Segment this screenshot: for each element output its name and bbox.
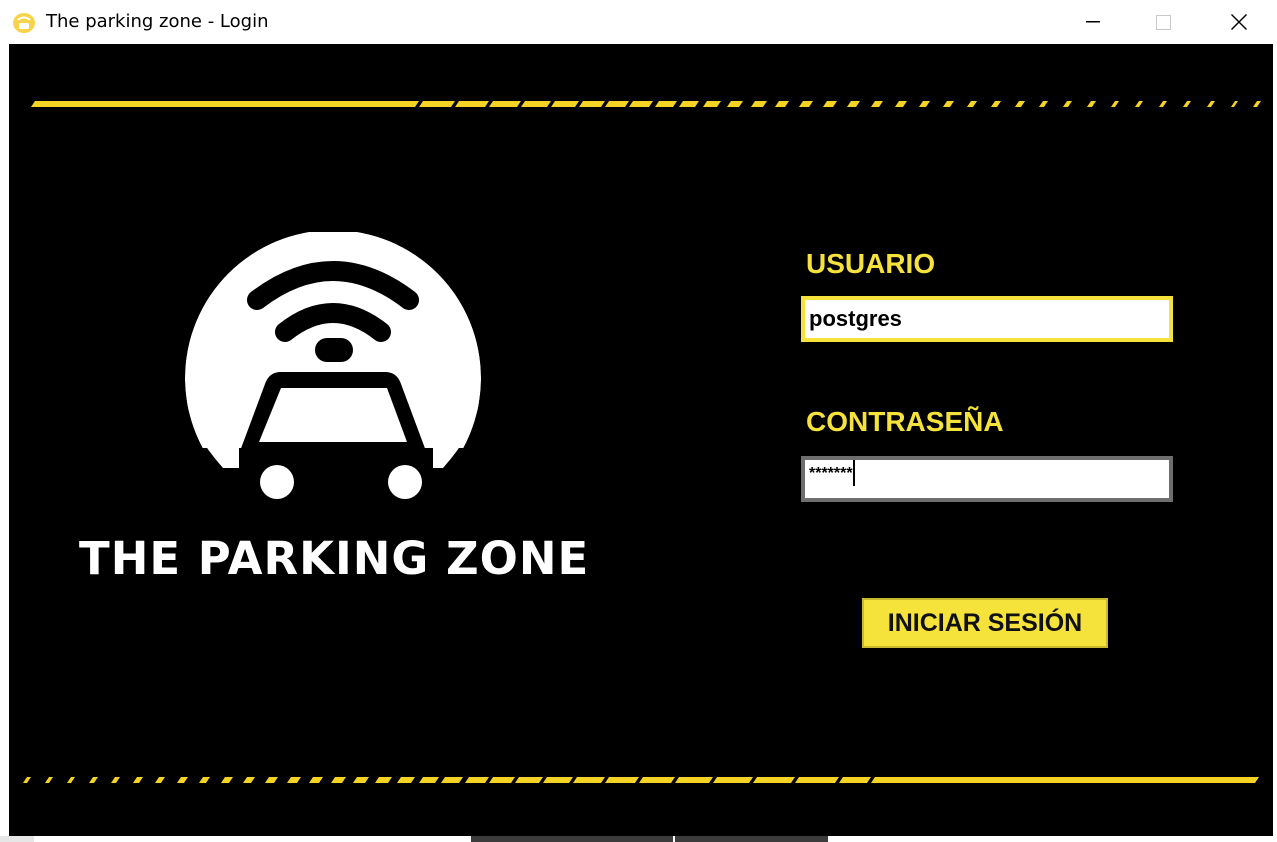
window-titlebar: The parking zone - Login bbox=[0, 0, 1277, 44]
app-icon bbox=[13, 13, 35, 33]
login-window-content: THE PARKING ZONE USUARIO postgres CONTRA… bbox=[9, 44, 1273, 836]
top-decorative-stripe bbox=[31, 101, 1261, 107]
username-value: postgres bbox=[809, 306, 902, 331]
password-label: CONTRASEÑA bbox=[806, 406, 1004, 437]
brand-name: THE PARKING ZONE bbox=[79, 532, 590, 585]
window-title: The parking zone - Login bbox=[46, 11, 269, 32]
minimize-icon bbox=[1086, 21, 1100, 23]
taskbar-segment bbox=[471, 836, 673, 842]
close-icon bbox=[1231, 14, 1247, 30]
taskbar-segment bbox=[0, 836, 34, 842]
login-button[interactable]: INICIAR SESIÓN bbox=[862, 598, 1108, 648]
taskbar-segment bbox=[675, 836, 828, 842]
password-input[interactable]: ******* bbox=[801, 456, 1173, 502]
minimize-button[interactable] bbox=[1058, 0, 1128, 44]
username-input[interactable]: postgres bbox=[801, 296, 1173, 342]
maximize-icon bbox=[1155, 14, 1171, 30]
password-value: ******* bbox=[809, 460, 855, 487]
maximize-button[interactable] bbox=[1128, 0, 1198, 44]
bottom-decorative-stripe bbox=[23, 777, 1259, 783]
car-signal-logo-icon bbox=[183, 232, 483, 502]
bottom-edge bbox=[0, 836, 1277, 842]
text-caret bbox=[852, 460, 855, 486]
username-label: USUARIO bbox=[806, 248, 936, 279]
close-button[interactable] bbox=[1204, 0, 1274, 44]
